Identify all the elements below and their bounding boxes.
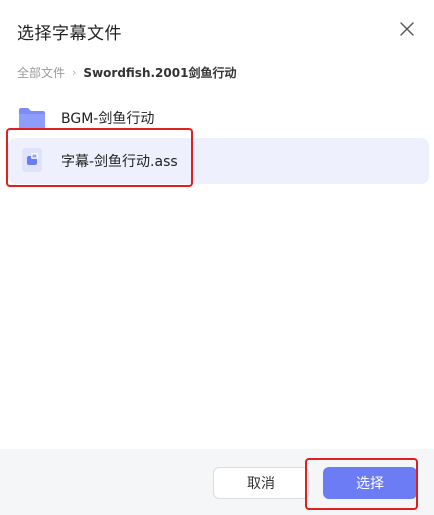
dialog-title: 选择字幕文件 — [17, 24, 122, 44]
close-icon — [400, 22, 414, 36]
breadcrumb: 全部文件 › Swordfish.2001剑鱼行动 — [17, 64, 236, 80]
subtitle-file-icon — [22, 148, 42, 172]
folder-icon — [19, 108, 45, 129]
file-name: 字幕-剑鱼行动.ass — [61, 154, 178, 170]
cancel-button[interactable]: 取消 — [213, 467, 309, 499]
close-button[interactable] — [396, 18, 418, 40]
select-button[interactable]: 选择 — [323, 467, 417, 499]
list-item[interactable]: BGM-剑鱼行动 — [8, 95, 429, 141]
dialog-header: 选择字幕文件 — [0, 0, 434, 58]
list-item[interactable]: 字幕-剑鱼行动.ass — [8, 138, 429, 184]
dialog-footer: 取消 选择 — [0, 449, 434, 515]
file-name: BGM-剑鱼行动 — [61, 111, 155, 127]
select-subtitle-dialog: 选择字幕文件 全部文件 › Swordfish.2001剑鱼行动 BGM-剑鱼行… — [0, 0, 434, 515]
breadcrumb-current: Swordfish.2001剑鱼行动 — [83, 65, 237, 80]
breadcrumb-root[interactable]: 全部文件 — [17, 64, 65, 81]
breadcrumb-separator: › — [72, 65, 77, 79]
